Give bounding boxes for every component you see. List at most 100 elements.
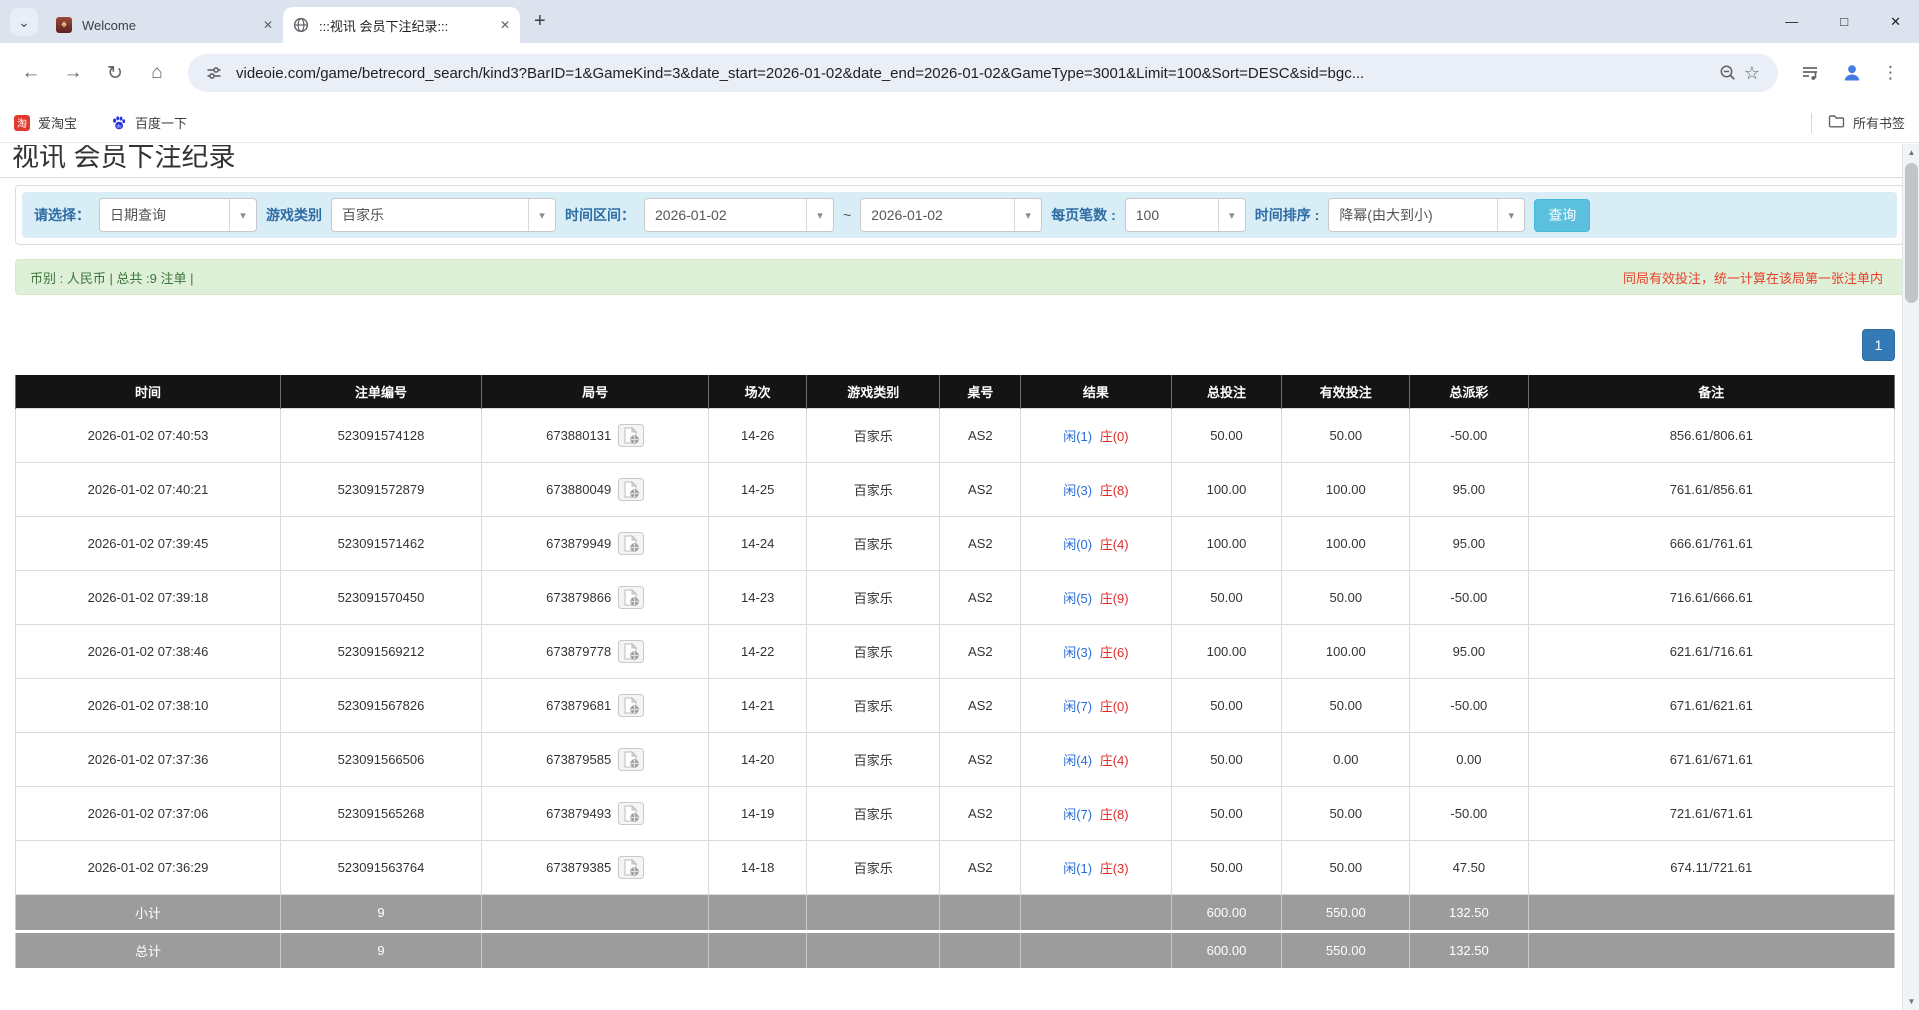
browser-menu-icon[interactable]: ⋮ <box>1882 63 1899 83</box>
media-controls-icon[interactable] <box>1798 61 1822 85</box>
bet-records-table: 时间注单编号局号场次游戏类别桌号结果总投注有效投注总派彩备注 2026-01-0… <box>15 375 1895 968</box>
close-window-button[interactable]: ✕ <box>1890 14 1901 30</box>
close-icon[interactable]: ✕ <box>500 18 510 32</box>
result-player: 闲(3) <box>1063 483 1092 498</box>
chevron-down-icon[interactable]: ▾ <box>528 199 555 231</box>
bookmark-star-icon[interactable]: ☆ <box>1740 61 1764 85</box>
window-controls: — □ ✕ <box>1785 0 1901 43</box>
video-replay-icon[interactable] <box>618 802 644 825</box>
bookmark-item-baidu[interactable]: du 百度一下 <box>111 113 187 132</box>
date-end-select[interactable]: 2026-01-02 ▾ <box>860 198 1042 232</box>
table-number: AS2 <box>940 624 1021 678</box>
result-banker: 庄(3) <box>1100 861 1129 876</box>
back-button[interactable]: ← <box>14 56 48 90</box>
round-id: 673880049 <box>546 482 611 497</box>
page-number-button[interactable]: 1 <box>1862 329 1895 361</box>
game-type-select[interactable]: 百家乐 ▾ <box>331 198 556 232</box>
sort-order-select[interactable]: 降幂(由大到小) ▾ <box>1328 198 1525 232</box>
round-cell: 673879866 <box>481 570 708 624</box>
query-mode-select[interactable]: 日期查询 ▾ <box>99 198 257 232</box>
video-replay-icon[interactable] <box>618 748 644 771</box>
close-icon[interactable]: ✕ <box>263 18 273 32</box>
page-scrollbar[interactable]: ▲ ▼ <box>1902 144 1919 1010</box>
video-replay-icon[interactable] <box>618 586 644 609</box>
chevron-down-icon[interactable]: ▾ <box>1014 199 1041 231</box>
chevron-down-icon[interactable]: ▾ <box>1497 199 1524 231</box>
table-header-row: 时间注单编号局号场次游戏类别桌号结果总投注有效投注总派彩备注 <box>16 375 1895 408</box>
video-replay-icon[interactable] <box>618 478 644 501</box>
bookmark-item-taobao[interactable]: 淘 爱淘宝 <box>14 113 77 132</box>
zoom-out-icon[interactable] <box>1716 61 1740 85</box>
taobao-icon: 淘 <box>14 115 30 131</box>
column-header: 桌号 <box>940 375 1021 408</box>
game-type: 百家乐 <box>807 408 940 462</box>
result-banker: 庄(0) <box>1100 699 1129 714</box>
svg-text:du: du <box>117 123 122 128</box>
bet-time: 2026-01-02 07:39:45 <box>16 516 281 570</box>
chevron-down-icon[interactable]: ▾ <box>229 199 256 231</box>
scroll-up-icon[interactable]: ▲ <box>1903 144 1919 161</box>
bet-time: 2026-01-02 07:37:06 <box>16 786 281 840</box>
new-tab-button[interactable]: + <box>534 10 546 33</box>
bet-id: 523091574128 <box>280 408 481 462</box>
round-cell: 673879585 <box>481 732 708 786</box>
minimize-button[interactable]: — <box>1785 14 1798 29</box>
table-number: AS2 <box>940 678 1021 732</box>
summary-bar: 币别 : 人民币 | 总共 :9 注单 | 同局有效投注，统一计算在该局第一张注… <box>15 259 1904 295</box>
chevron-down-icon[interactable]: ▾ <box>1218 199 1245 231</box>
subtotal-payout: 132.50 <box>1410 894 1528 931</box>
url-text: videoie.com/game/betrecord_search/kind3?… <box>236 65 1706 82</box>
result-player: 闲(3) <box>1063 645 1092 660</box>
bookmark-label: 百度一下 <box>135 113 187 132</box>
video-replay-icon[interactable] <box>618 856 644 879</box>
table-number: AS2 <box>940 462 1021 516</box>
total-valid-bet: 550.00 <box>1282 931 1410 968</box>
tab-title: :::视讯 会员下注纪录::: <box>319 16 492 35</box>
result-banker: 庄(6) <box>1100 645 1129 660</box>
round-id: 673879493 <box>546 806 611 821</box>
column-header: 结果 <box>1021 375 1171 408</box>
site-settings-icon[interactable] <box>202 61 226 85</box>
result-cell: 闲(4) 庄(4) <box>1021 732 1171 786</box>
bet-id: 523091563764 <box>280 840 481 894</box>
page-size-select[interactable]: 100 ▾ <box>1125 198 1246 232</box>
tab-welcome[interactable]: ♠ Welcome ✕ <box>46 7 283 43</box>
subtotal-total-bet: 600.00 <box>1171 894 1282 931</box>
column-header: 总投注 <box>1171 375 1282 408</box>
page-content: 视讯 会员下注纪录 请选择： 日期查询 ▾ 游戏类别 百家乐 ▾ 时间区间： 2… <box>0 145 1919 968</box>
maximize-button[interactable]: □ <box>1840 14 1848 29</box>
scroll-down-icon[interactable]: ▼ <box>1903 993 1919 1010</box>
video-replay-icon[interactable] <box>618 694 644 717</box>
bet-id: 523091572879 <box>280 462 481 516</box>
result-cell: 闲(1) 庄(3) <box>1021 840 1171 894</box>
home-button[interactable]: ⌂ <box>140 56 174 90</box>
url-bar[interactable]: videoie.com/game/betrecord_search/kind3?… <box>188 54 1778 92</box>
toolbar-right-icons: ⋮ <box>1798 61 1899 85</box>
video-replay-icon[interactable] <box>618 532 644 555</box>
all-bookmarks-button[interactable]: 所有书签 <box>1828 113 1905 132</box>
video-replay-icon[interactable] <box>618 424 644 447</box>
video-replay-icon[interactable] <box>618 640 644 663</box>
round-id: 673879681 <box>546 698 611 713</box>
result-player: 闲(1) <box>1063 861 1092 876</box>
valid-bet: 100.00 <box>1282 516 1410 570</box>
result-cell: 闲(3) 庄(8) <box>1021 462 1171 516</box>
forward-button[interactable]: → <box>56 56 90 90</box>
result-banker: 庄(8) <box>1100 483 1129 498</box>
chevron-down-icon[interactable]: ▾ <box>806 199 833 231</box>
bet-record-row: 2026-01-02 07:38:10 523091567826 6738796… <box>16 678 1895 732</box>
reload-button[interactable]: ↻ <box>98 56 132 90</box>
tab-betrecord[interactable]: :::视讯 会员下注纪录::: ✕ <box>283 7 520 43</box>
table-number: AS2 <box>940 732 1021 786</box>
bet-time: 2026-01-02 07:36:29 <box>16 840 281 894</box>
tab-search-button[interactable]: ⌄ <box>10 8 38 36</box>
result-player: 闲(7) <box>1063 807 1092 822</box>
result-cell: 闲(7) 庄(8) <box>1021 786 1171 840</box>
search-button[interactable]: 查询 <box>1534 199 1590 232</box>
profile-avatar[interactable] <box>1840 61 1864 85</box>
note: 671.61/671.61 <box>1528 732 1894 786</box>
result-banker: 庄(9) <box>1100 591 1129 606</box>
date-start-select[interactable]: 2026-01-02 ▾ <box>644 198 834 232</box>
scrollbar-thumb[interactable] <box>1905 163 1918 303</box>
payout-value: -50.00 <box>1410 408 1528 462</box>
